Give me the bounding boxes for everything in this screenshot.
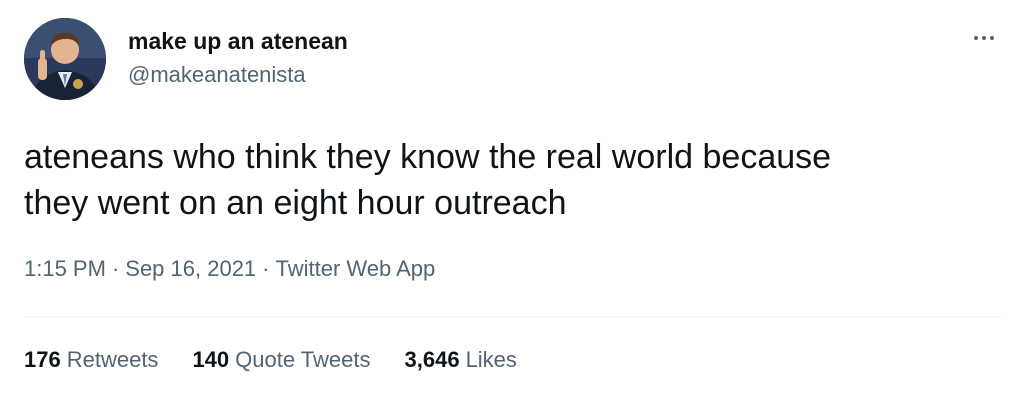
user-handle[interactable]: @makeanatenista — [128, 62, 306, 88]
divider — [24, 316, 1002, 317]
more-dot — [982, 36, 986, 40]
tweet-text-line: ateneans who think they know the real wo… — [24, 138, 832, 176]
tweet-date[interactable]: Sep 16, 2021 — [125, 256, 256, 281]
profile-photo-icon — [24, 18, 106, 100]
display-name[interactable]: make up an atenean — [128, 28, 348, 55]
retweets-label: Retweets — [66, 347, 159, 372]
more-dot — [974, 36, 978, 40]
tweet-stats: 176 Retweets 140 Quote Tweets 3,646 Likes — [24, 347, 517, 373]
tweet-card: make up an atenean @makeanatenista atene… — [0, 0, 1024, 401]
retweets-stat[interactable]: 176 Retweets — [24, 347, 158, 373]
meta-separator: · — [111, 256, 120, 281]
tweet-text: ateneans who think they know the real wo… — [24, 134, 994, 226]
tweet-source[interactable]: Twitter Web App — [276, 256, 436, 281]
likes-label: Likes — [465, 347, 517, 372]
more-options-icon[interactable] — [966, 28, 1002, 48]
quote-tweets-count: 140 — [192, 347, 230, 372]
retweets-count: 176 — [24, 347, 61, 372]
avatar[interactable] — [24, 18, 106, 100]
tweet-text-line: they went on an eight hour outreach — [24, 184, 567, 222]
tweet-time[interactable]: 1:15 PM — [24, 256, 106, 281]
meta-separator: · — [262, 256, 270, 281]
tweet-meta: 1:15 PM · Sep 16, 2021 · Twitter Web App — [24, 256, 435, 282]
quote-tweets-stat[interactable]: 140 Quote Tweets — [192, 347, 370, 373]
likes-stat[interactable]: 3,646 Likes — [405, 347, 517, 373]
more-dot — [990, 36, 994, 40]
likes-count: 3,646 — [404, 347, 460, 372]
quote-tweets-label: Quote Tweets — [235, 347, 371, 372]
